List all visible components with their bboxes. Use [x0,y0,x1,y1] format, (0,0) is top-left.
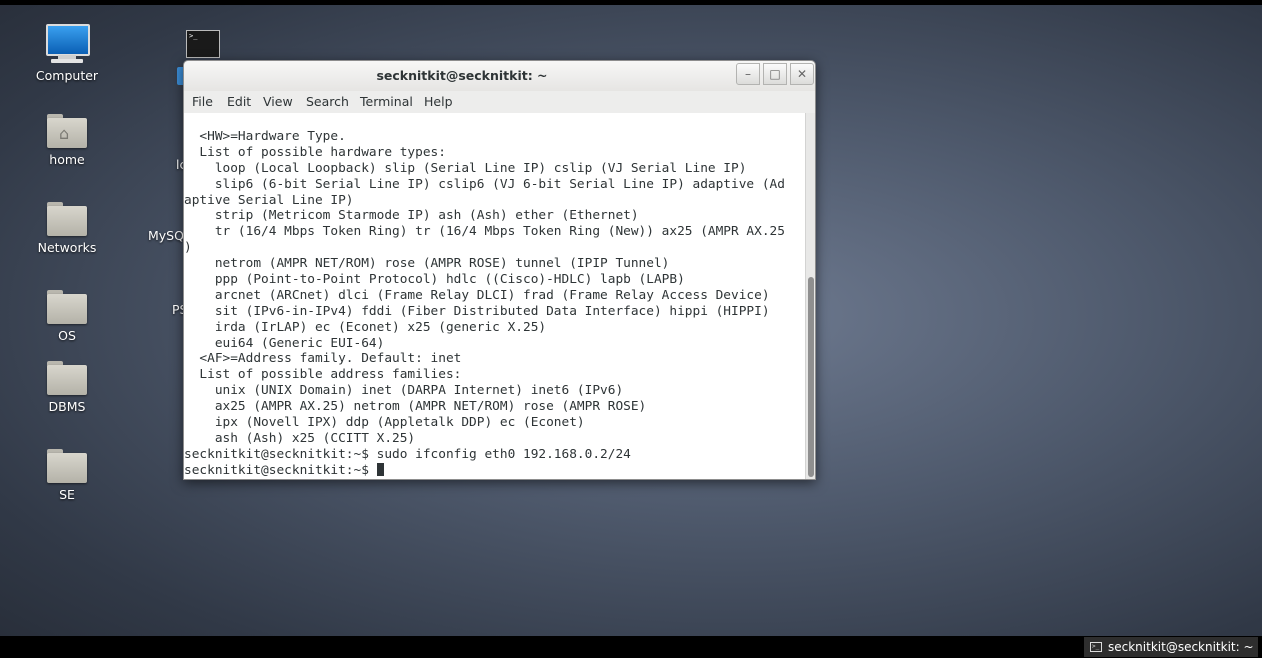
terminal-line: irda (IrLAP) ec (Econet) x25 (generic X.… [184,319,547,335]
taskbar-window-button[interactable]: >_ secknitkit@secknitkit: ~ [1084,637,1258,657]
terminal-line: List of possible address families: [184,367,462,383]
terminal-line: unix (UNIX Domain) inet (DARPA Internet)… [184,383,624,399]
terminal-output[interactable]: <HW>=Hardware Type. List of possible har… [184,113,805,479]
terminal-line: aptive Serial Line IP) [184,192,354,208]
terminal-line: List of possible hardware types: [184,144,446,160]
desktop-icon-label: OS [58,328,76,343]
terminal-line: netrom (AMPR NET/ROM) rose (AMPR ROSE) t… [184,256,670,272]
menu-edit[interactable]: Edit [227,94,251,109]
folder-icon [47,361,87,395]
scrollbar-thumb[interactable] [808,277,814,477]
terminal-line: loop (Local Loopback) slip (Serial Line … [184,160,747,176]
computer-icon [45,24,90,64]
terminal-prompt: secknitkit@secknitkit:~$ [184,462,377,478]
bottom-panel: >_ secknitkit@secknitkit: ~ [0,636,1262,658]
desktop-icon-label: Networks [37,240,97,255]
desktop-icon-label: SE [59,487,75,502]
home-folder-icon: ⌂ [47,114,87,148]
desktop-icon-os[interactable]: OS [22,290,112,343]
menu-file[interactable]: File [192,94,213,109]
minimize-button[interactable]: – [736,63,760,85]
terminal-line: eui64 (Generic EUI-64) [184,335,385,351]
terminal-line: arcnet (ARCnet) dlci (Frame Relay DLCI) … [184,287,770,303]
terminal-line: secknitkit@secknitkit:~$ sudo ifconfig e… [184,446,631,462]
terminal-line: ax25 (AMPR AX.25) netrom (AMPR NET/ROM) … [184,399,647,415]
window-title: secknitkit@secknitkit: ~ [376,68,548,83]
terminal-line: ash (Ash) x25 (CCITT X.25) [184,430,416,446]
terminal-line: <HW>=Hardware Type. [184,129,346,144]
close-button[interactable]: ✕ [790,63,814,85]
terminal-icon: >_ [1090,642,1102,652]
terminal-prompt-line[interactable]: secknitkit@secknitkit:~$ [184,462,785,479]
taskbar-window-label: secknitkit@secknitkit: ~ [1108,640,1254,654]
terminal-text: <HW>=Hardware Type. List of possible har… [184,129,785,479]
menu-help[interactable]: Help [424,94,453,109]
terminal-line: ) [184,240,192,256]
desktop-icon-label: DBMS [48,399,86,414]
folder-icon [47,290,87,324]
desktop-icon-se[interactable]: SE [22,449,112,502]
title-bar[interactable]: secknitkit@secknitkit: ~ – □ ✕ [184,61,815,91]
terminal-line: ppp (Point-to-Point Protocol) hdlc ((Cis… [184,272,685,288]
terminal-launcher-icon[interactable]: >_ [186,30,220,58]
menu-terminal[interactable]: Terminal [360,94,413,109]
terminal-line: slip6 (6-bit Serial Line IP) cslip6 (VJ … [184,176,785,192]
terminal-line: <AF>=Address family. Default: inet [184,351,462,367]
text-cursor [376,462,384,476]
menu-search[interactable]: Search [306,94,349,109]
folder-icon [47,449,87,483]
top-panel [0,0,1262,5]
desktop-icon-home[interactable]: ⌂ home [22,114,112,167]
maximize-button[interactable]: □ [763,63,787,85]
menu-view[interactable]: View [263,94,293,109]
folder-icon [47,202,87,236]
terminal-line: sit (IPv6-in-IPv4) fddi (Fiber Distribut… [184,303,770,319]
menu-bar: File Edit View Search Terminal Help [184,91,815,113]
terminal-line: tr (16/4 Mbps Token Ring) tr (16/4 Mbps … [184,224,785,240]
desktop-icon-label: Computer [35,68,99,83]
desktop-icon-computer[interactable]: Computer [22,24,112,83]
scrollbar[interactable] [805,113,815,479]
desktop-icon-networks[interactable]: Networks [22,202,112,255]
terminal-line: strip (Metricom Starmode IP) ash (Ash) e… [184,208,639,224]
terminal-line: ipx (Novell IPX) ddp (Appletalk DDP) ec … [184,415,585,431]
partial-desktop-label[interactable]: MySQ [148,228,184,243]
desktop-icon-dbms[interactable]: DBMS [22,361,112,414]
desktop-icon-label: home [49,152,85,167]
terminal-window: secknitkit@secknitkit: ~ – □ ✕ File Edit… [183,60,816,480]
